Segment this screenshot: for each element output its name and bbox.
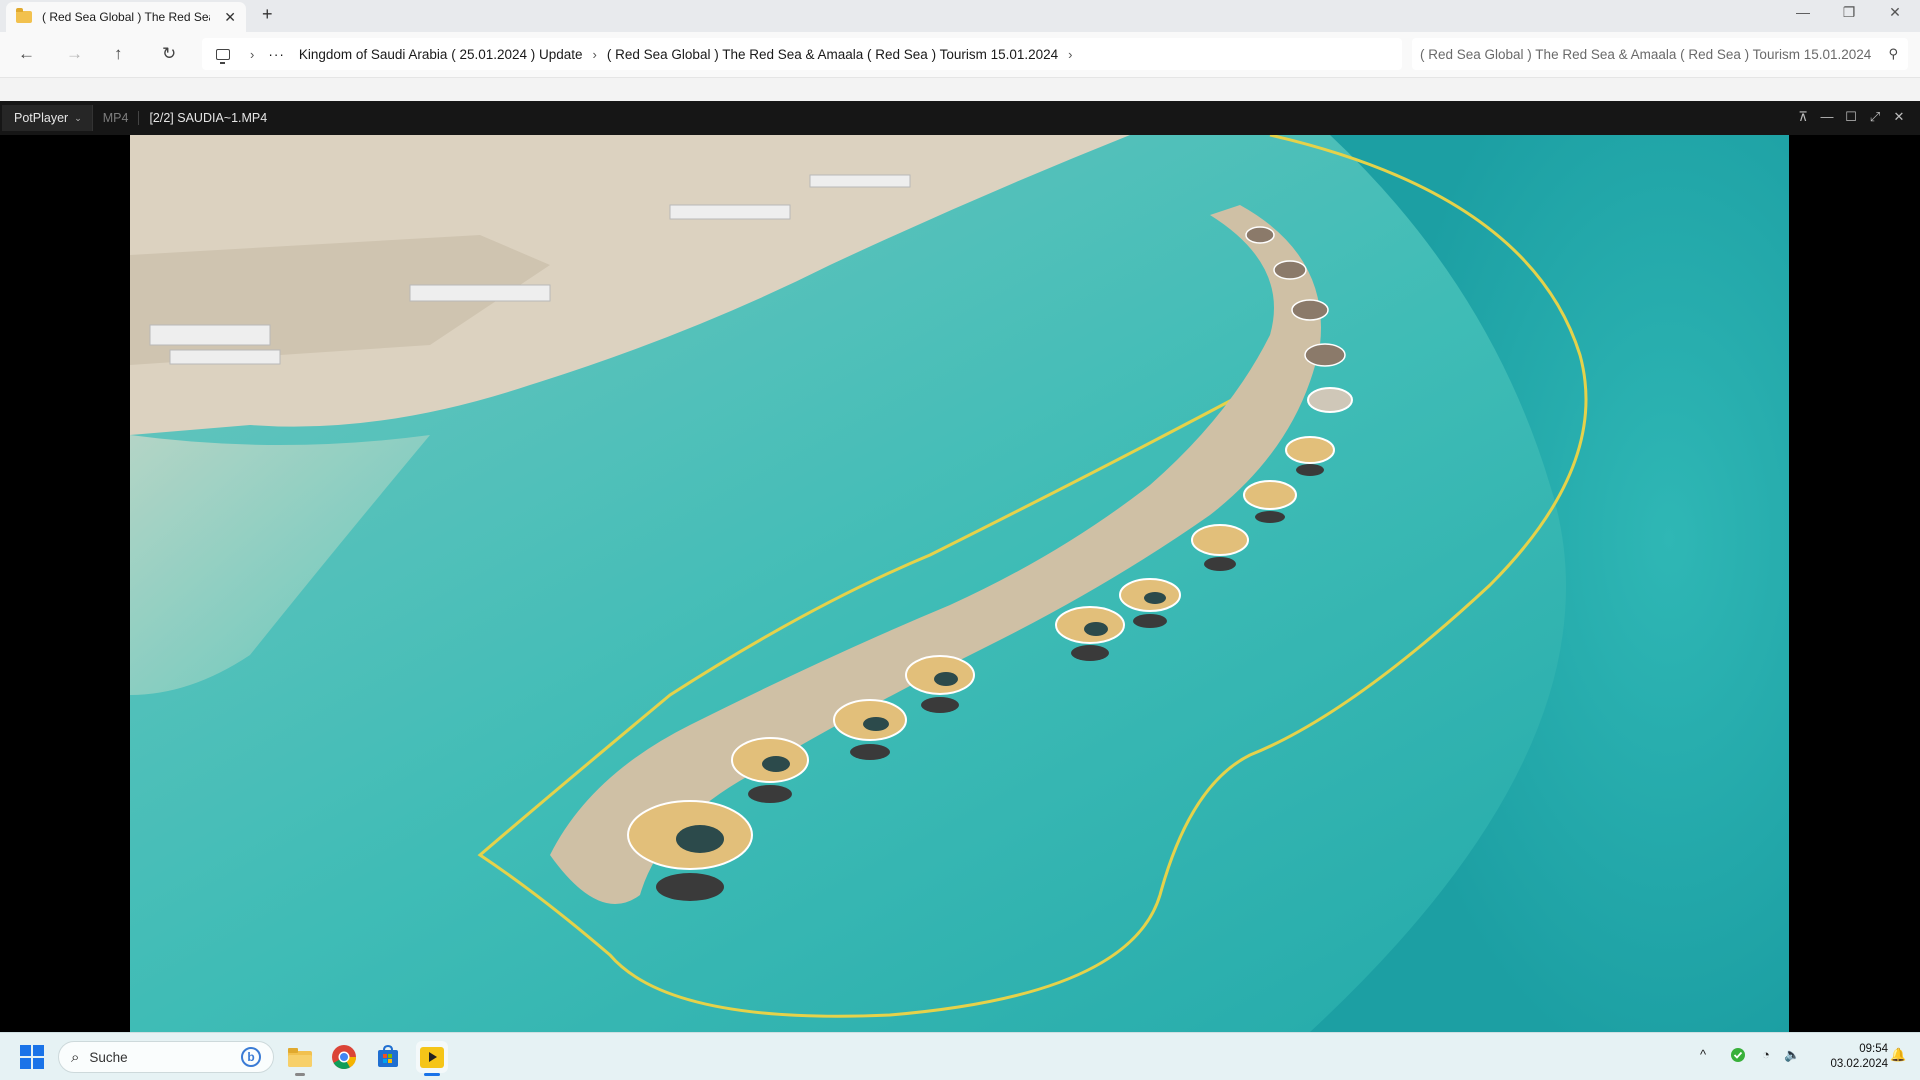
player-fullscreen-button[interactable]: ⤢ [1864,109,1886,125]
breadcrumb-item[interactable]: ( Red Sea Global ) The Red Sea & Amaala … [607,47,1058,62]
command-bar [0,79,1920,101]
breadcrumb-more-button[interactable]: ··· [268,47,285,62]
search-placeholder: Suche [89,1049,128,1065]
windows-start-button[interactable] [20,1045,44,1069]
file-explorer-taskbar-button[interactable] [284,1041,316,1076]
new-tab-button[interactable]: + [262,4,273,25]
clock[interactable]: 09:54 03.02.2024 [1808,1042,1888,1072]
search-text: ( Red Sea Global ) The Red Sea & Amaala … [1420,46,1872,62]
search-input[interactable]: ( Red Sea Global ) The Red Sea & Amaala … [1412,38,1908,70]
pin-icon[interactable]: ⊼ [1792,109,1814,125]
close-window-button[interactable]: ✕ [1872,4,1918,21]
up-button[interactable]: ↑ [114,44,123,64]
media-file-name: [2/2] SAUDIA~1.MP4 [149,111,268,125]
navigation-bar: ← → ↑ ↻ › ··· Kingdom of Saudi Arabia ( … [0,32,1920,78]
search-icon: ⚲ [1888,46,1898,61]
running-indicator [295,1073,305,1076]
potplayer-menu-label: PotPlayer [14,111,69,125]
file-explorer-window: ( Red Sea Global ) The Red Sea ✕ + — ❐ ✕… [0,0,1920,101]
restore-button[interactable]: ❐ [1826,4,1872,21]
address-bar[interactable]: › ··· Kingdom of Saudi Arabia ( 25.01.20… [202,38,1402,70]
breadcrumb-separator: › [250,46,255,62]
monitor-icon [216,48,230,64]
taskbar-search-input[interactable]: ⌕ Suche b [58,1041,274,1073]
clock-date: 03.02.2024 [1830,1058,1888,1070]
breadcrumb-separator[interactable]: › [1068,47,1072,62]
player-title-bar: PotPlayer ⌄ MP4 [2/2] SAUDIA~1.MP4 ⊼ — ☐… [0,101,1920,135]
tab-title: ( Red Sea Global ) The Red Sea [42,10,210,24]
media-format-label: MP4 [103,111,140,125]
security-icon[interactable] [1730,1047,1746,1066]
potplayer-menu-button[interactable]: PotPlayer ⌄ [2,105,93,131]
breadcrumb-separator[interactable]: › [593,47,597,62]
bing-icon[interactable]: b [241,1047,261,1067]
aerial-lagoon-video-image [130,135,1789,1032]
notification-bell-icon[interactable]: 🔔 [1890,1047,1906,1063]
potplayer-taskbar-button[interactable] [416,1041,448,1076]
chevron-down-icon: ⌄ [74,112,82,123]
chrome-icon [332,1045,356,1070]
player-maximize-button[interactable]: ☐ [1840,109,1862,125]
show-hidden-icons-button[interactable]: ^ [1700,1047,1706,1062]
minimize-button[interactable]: — [1780,4,1826,20]
video-frame[interactable] [130,135,1789,1032]
back-button[interactable]: ← [18,44,35,64]
chrome-taskbar-button[interactable] [328,1041,360,1073]
tab-close-button[interactable]: ✕ [224,9,236,26]
store-taskbar-button[interactable] [372,1041,404,1073]
explorer-tab[interactable]: ( Red Sea Global ) The Red Sea ✕ [6,2,246,32]
forward-button[interactable]: → [66,44,83,64]
refresh-button[interactable]: ↻ [162,44,176,64]
breadcrumb-item[interactable]: Kingdom of Saudi Arabia ( 25.01.2024 ) U… [299,47,583,62]
tab-strip: ( Red Sea Global ) The Red Sea ✕ + — ❐ ✕ [0,0,1920,32]
player-minimize-button[interactable]: — [1816,109,1838,124]
player-close-button[interactable]: ✕ [1888,109,1910,125]
clock-time: 09:54 [1859,1043,1888,1055]
file-explorer-icon [288,1048,312,1067]
folder-icon [16,8,32,23]
store-icon [378,1045,398,1067]
potplayer-icon [420,1047,444,1068]
wifi-icon[interactable]: ◔ [1762,1047,1770,1062]
volume-icon[interactable]: 🔈 [1784,1047,1800,1063]
search-icon: ⌕ [71,1048,80,1066]
potplayer-window: PotPlayer ⌄ MP4 [2/2] SAUDIA~1.MP4 ⊼ — ☐… [0,101,1920,1032]
taskbar: ⌕ Suche b ^ ◔ 🔈 09:54 03.02.2024 🔔 [0,1032,1920,1080]
running-indicator [424,1073,440,1076]
